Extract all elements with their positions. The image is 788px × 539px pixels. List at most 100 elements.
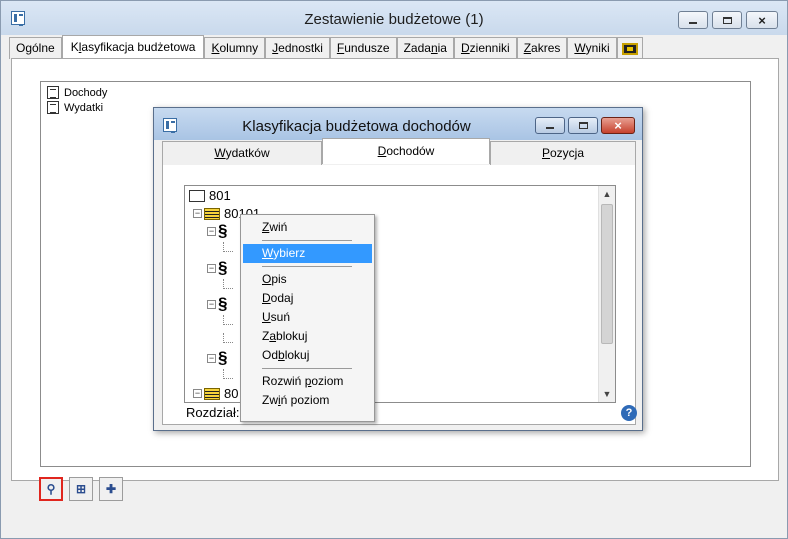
tab-label-accel: Z xyxy=(523,41,532,55)
tree-node-leaf[interactable] xyxy=(223,369,233,379)
tree-link-icon: ⊞ xyxy=(75,482,87,496)
tree-node-paragraph[interactable]: − § xyxy=(207,349,229,366)
menu-item-dodaj[interactable]: Dodaj xyxy=(243,289,372,308)
search-button[interactable]: ⚲ xyxy=(39,477,63,501)
tab-dzienniki[interactable]: Dzienniki xyxy=(453,37,517,59)
tab-jednostki[interactable]: Jednostki xyxy=(265,37,330,59)
menu-separator xyxy=(243,365,372,372)
window-title: Zestawienie budżetowe (1) xyxy=(304,11,484,28)
documents-icon xyxy=(47,86,59,99)
tab-label-accel: P xyxy=(541,146,550,160)
film-icon xyxy=(621,42,638,55)
budget-classification-dialog: Klasyfikacja budżetowa dochodów × Wydatk… xyxy=(153,107,643,431)
tab-kolumny[interactable]: Kolumny xyxy=(204,37,266,59)
menu-accel: D xyxy=(262,291,271,305)
menu-item-zwin[interactable]: Zwiń xyxy=(243,218,372,237)
tree-node-label: 80 xyxy=(224,386,239,401)
paragraph-icon: § xyxy=(218,221,228,240)
menu-label-pre: Zw xyxy=(262,393,278,407)
menu-separator xyxy=(243,263,372,270)
dialog-title-bar[interactable]: Klasyfikacja budżetowa dochodów × xyxy=(154,108,642,140)
context-menu: Zwiń Wybierz Opis Dodaj Usuń Zablokuj Od… xyxy=(240,214,375,422)
menu-item-zablokuj[interactable]: Zablokuj xyxy=(243,327,372,346)
binoculars-icon: ⚲ xyxy=(46,482,56,496)
tab-fundusze[interactable]: Fundusze xyxy=(329,37,397,59)
tree-scrollbar[interactable]: ▲ ▼ xyxy=(598,186,615,402)
menu-item-opis[interactable]: Opis xyxy=(243,270,372,289)
main-tabs: Ogólne Klasyfikacja budżetowa Kolumny Je… xyxy=(9,35,643,59)
menu-accel: W xyxy=(262,246,274,260)
minimize-button[interactable] xyxy=(678,11,708,29)
tab-klasyfikacja-budzetowa[interactable]: Klasyfikacja budżetowa xyxy=(61,35,205,59)
menu-item-rozwin-poziom[interactable]: Rozwiń poziom xyxy=(243,372,372,391)
help-globe-icon[interactable]: ? xyxy=(621,405,637,421)
maximize-button[interactable] xyxy=(712,11,742,29)
scroll-up-icon[interactable]: ▲ xyxy=(599,186,615,202)
scroll-thumb[interactable] xyxy=(601,204,613,344)
menu-item-wybierz[interactable]: Wybierz xyxy=(243,244,372,263)
tree-node-leaf[interactable] xyxy=(223,315,233,325)
menu-accel: U xyxy=(262,310,271,324)
menu-item-odblokuj[interactable]: Odblokuj xyxy=(243,346,372,365)
tree-line-icon xyxy=(223,279,233,289)
menu-label: oziom xyxy=(311,374,344,388)
tab-label-pre: K xyxy=(70,40,79,54)
title-bar[interactable]: Zestawienie budżetowe (1) × xyxy=(1,1,787,35)
minimize-icon xyxy=(689,21,697,24)
menu-accel: O xyxy=(262,272,272,286)
tree-node-leaf[interactable] xyxy=(223,333,233,343)
tab-label-post: yniki xyxy=(585,41,610,55)
tree-line-icon xyxy=(223,333,233,343)
tab-wyniki[interactable]: Wyniki xyxy=(567,37,617,59)
tab-dochodow[interactable]: Dochodów xyxy=(322,138,490,164)
tree-item-label: Dochody xyxy=(64,86,108,99)
tab-zadania[interactable]: Zadania xyxy=(396,37,454,59)
tree-node-leaf[interactable] xyxy=(223,279,233,289)
tab-film[interactable] xyxy=(616,37,643,59)
collapse-icon: − xyxy=(193,388,202,398)
tab-zakres[interactable]: Zakres xyxy=(516,37,568,59)
tree-node-leaf[interactable] xyxy=(223,242,233,252)
minimize-icon xyxy=(546,127,554,129)
dialog-close-button[interactable]: × xyxy=(601,117,635,134)
book-icon xyxy=(204,387,220,400)
tree-node-80[interactable]: − 80 xyxy=(193,386,238,401)
menu-label: suń xyxy=(270,310,291,324)
tree-line-icon xyxy=(223,369,233,379)
documents-icon xyxy=(47,101,59,114)
open-folder-icon xyxy=(189,189,205,202)
tree-item-dochody[interactable]: Dochody xyxy=(47,85,107,100)
tab-label-post: ydatków xyxy=(225,146,270,160)
menu-label: pis xyxy=(271,272,287,286)
tab-pozycja[interactable]: Pozycja xyxy=(490,141,636,165)
tab-label-pre: Zada xyxy=(403,41,431,55)
tree-node-paragraph[interactable]: − § xyxy=(207,259,229,276)
scroll-down-icon[interactable]: ▼ xyxy=(599,386,615,402)
dialog-minimize-button[interactable] xyxy=(535,117,565,134)
tab-label-post: ia xyxy=(437,41,447,55)
tree-node-paragraph[interactable]: − § xyxy=(207,295,229,312)
tab-wydatkow[interactable]: Wydatków xyxy=(162,141,322,165)
close-button[interactable]: × xyxy=(746,11,778,29)
tab-label-accel: D xyxy=(377,144,387,158)
tab-label-post: zienniki xyxy=(469,41,510,55)
tab-label-post: akres xyxy=(531,41,561,55)
tree-item-wydatki[interactable]: Wydatki xyxy=(47,100,107,115)
menu-label: odaj xyxy=(270,291,294,305)
tree-link-button[interactable]: ⊞ xyxy=(69,477,93,501)
tab-label-post: ozycja xyxy=(550,146,585,160)
dialog-maximize-button[interactable] xyxy=(568,117,598,134)
tab-label-post: ednostki xyxy=(278,41,323,55)
tab-ogolne[interactable]: Ogólne xyxy=(9,37,62,59)
rozdzial-label: Rozdział: xyxy=(186,405,240,420)
add-table-button[interactable]: ✚ xyxy=(99,477,123,501)
tree-node-801[interactable]: 801 xyxy=(189,188,231,203)
dialog-tabs: Wydatków Dochodów Pozycja xyxy=(162,138,636,165)
tab-label-post: undusze xyxy=(344,41,390,55)
collapse-icon: − xyxy=(193,208,202,218)
menu-item-usun[interactable]: Usuń xyxy=(243,308,372,327)
menu-item-zwin-poziom[interactable]: Zwiń poziom xyxy=(243,391,372,410)
menu-accel: b xyxy=(278,348,285,362)
tree-node-paragraph[interactable]: − § xyxy=(207,221,229,240)
tab-label-accel: D xyxy=(460,41,470,55)
